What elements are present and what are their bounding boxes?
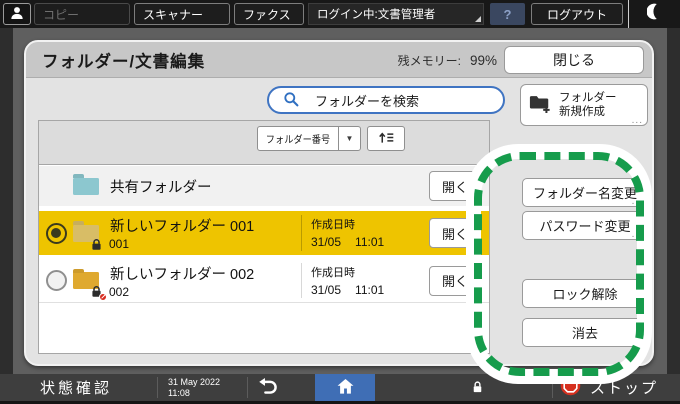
date-label: 作成日時 bbox=[311, 267, 355, 279]
stop-label: ストップ bbox=[590, 380, 659, 397]
more-indicator: ... bbox=[631, 115, 643, 126]
more-indicator: ... bbox=[631, 196, 643, 207]
fold-corner-icon bbox=[475, 16, 481, 22]
chevron-down-icon: ▼ bbox=[338, 127, 360, 150]
rename-folder-button[interactable]: フォルダー名変更 ... bbox=[522, 178, 648, 207]
login-status[interactable]: ログイン中:文書管理者 bbox=[308, 3, 484, 25]
sort-field-select[interactable]: フォルダー番号 ▼ bbox=[257, 126, 361, 151]
device-screen: コピー スキャナー ファクス ログイン中:文書管理者 ? ログアウト フォルダー… bbox=[0, 0, 680, 404]
back-arrow-icon bbox=[255, 377, 279, 398]
memory-value: 99% bbox=[469, 52, 497, 68]
divider bbox=[157, 377, 158, 398]
bottom-bar: 状態確認 31 May 2022 11:08 ストップ bbox=[0, 374, 680, 401]
user-button[interactable] bbox=[3, 3, 31, 25]
memory-label: 残メモリー: bbox=[397, 53, 461, 68]
open-folder-001-button[interactable]: 開く .. bbox=[429, 218, 481, 248]
change-password-button[interactable]: パスワード変更 ... bbox=[522, 211, 648, 240]
date-value: 31/05 bbox=[311, 235, 342, 249]
folder-add-icon bbox=[529, 94, 551, 116]
time-value: 11:01 bbox=[355, 235, 385, 249]
search-icon bbox=[283, 91, 299, 110]
date-value: 31/05 bbox=[311, 283, 342, 297]
folder-name: 共有フォルダー bbox=[110, 179, 212, 196]
divider bbox=[301, 263, 302, 298]
date-text: 31 May 2022 bbox=[168, 377, 221, 387]
radio-selected[interactable] bbox=[45, 222, 67, 244]
more-indicator: .. bbox=[469, 191, 477, 201]
top-bar: コピー スキャナー ファクス ログイン中:文書管理者 ? ログアウト bbox=[0, 0, 680, 28]
search-label: フォルダーを検索 bbox=[315, 93, 420, 109]
radio-unselected[interactable] bbox=[45, 270, 67, 291]
folder-number: 002 bbox=[109, 284, 130, 299]
shared-folder-icon bbox=[73, 177, 99, 195]
energy-saver-button[interactable] bbox=[628, 0, 680, 28]
creation-date: 作成日時 31/05 11:01 bbox=[311, 264, 384, 297]
main-area: フォルダー/文書編集 残メモリー: 99% 閉じる フォルダーを検索 フォルダー… bbox=[0, 28, 680, 384]
sort-field-value: フォルダー番号 bbox=[265, 135, 331, 146]
unlock-button[interactable]: ロック解除 bbox=[522, 279, 648, 308]
folder-row-002[interactable]: 新しいフォルダー 002 002 作成日時 31/05 11:01 開く .. bbox=[39, 259, 489, 303]
open-shared-folder-button[interactable]: 開く .. bbox=[429, 171, 481, 201]
time-value: 11:01 bbox=[355, 283, 385, 297]
sort-order-button[interactable] bbox=[367, 126, 405, 151]
more-indicator: ... bbox=[631, 229, 643, 240]
new-folder-label: フォルダー 新規作成 bbox=[559, 91, 617, 118]
new-folder-button[interactable]: フォルダー 新規作成 ... bbox=[520, 84, 648, 126]
stop-button[interactable]: ストップ bbox=[560, 374, 658, 401]
creation-date: 作成日時 31/05 11:01 bbox=[311, 216, 384, 249]
datetime-display: 31 May 2022 11:08 bbox=[168, 377, 220, 400]
user-icon bbox=[9, 5, 25, 24]
folder-number: 001 bbox=[109, 237, 130, 251]
panel-header: フォルダー/文書編集 残メモリー: 99% 閉じる bbox=[26, 42, 652, 78]
divider bbox=[247, 377, 248, 398]
list-header: フォルダー番号 ▼ bbox=[39, 121, 489, 165]
logout-button[interactable]: ログアウト bbox=[531, 3, 623, 25]
stop-icon bbox=[560, 375, 581, 401]
date-label: 作成日時 bbox=[311, 219, 355, 231]
search-folders-button[interactable]: フォルダーを検索 bbox=[267, 86, 505, 114]
memory-status: 残メモリー: 99% bbox=[398, 42, 497, 78]
status-check-button[interactable]: 状態確認 bbox=[40, 374, 112, 401]
home-icon bbox=[336, 377, 355, 399]
page-title: フォルダー/文書編集 bbox=[42, 52, 206, 71]
lock-icon bbox=[90, 238, 103, 251]
delete-button[interactable]: 消去 bbox=[522, 318, 648, 347]
denied-badge-icon bbox=[99, 293, 107, 301]
back-button[interactable] bbox=[250, 376, 284, 399]
folder-list: フォルダー番号 ▼ 共有フォルダー 開く .. 新しいフォルダー 001 001… bbox=[38, 120, 490, 354]
divider bbox=[301, 215, 302, 251]
login-status-text: ログイン中:文書管理者 bbox=[317, 9, 436, 21]
folder-row-shared[interactable]: 共有フォルダー 開く .. bbox=[39, 166, 489, 206]
left-bezel bbox=[0, 28, 13, 374]
folder-edit-panel: フォルダー/文書編集 残メモリー: 99% 閉じる フォルダーを検索 フォルダー… bbox=[24, 40, 654, 366]
divider bbox=[552, 377, 553, 398]
more-indicator: .. bbox=[469, 285, 477, 296]
open-folder-002-button[interactable]: 開く .. bbox=[429, 265, 481, 296]
time-text: 11:08 bbox=[168, 388, 190, 399]
folder-row-001[interactable]: 新しいフォルダー 001 001 作成日時 31/05 11:01 開く .. bbox=[39, 211, 489, 255]
lock-denied-icon bbox=[90, 285, 107, 301]
home-button[interactable] bbox=[315, 374, 375, 401]
more-indicator: .. bbox=[469, 238, 477, 248]
security-lock-icon bbox=[472, 380, 483, 399]
close-button[interactable]: 閉じる bbox=[504, 46, 644, 74]
crescent-moon-icon bbox=[646, 2, 662, 26]
folder-name: 新しいフォルダー 001 bbox=[110, 219, 255, 235]
tab-scanner[interactable]: スキャナー bbox=[134, 3, 230, 25]
sort-ascending-icon bbox=[378, 130, 395, 148]
tab-copy[interactable]: コピー bbox=[34, 3, 130, 25]
help-button[interactable]: ? bbox=[490, 3, 525, 25]
right-bezel bbox=[667, 28, 680, 374]
tab-fax[interactable]: ファクス bbox=[234, 3, 304, 25]
folder-name: 新しいフォルダー 002 bbox=[110, 266, 255, 283]
